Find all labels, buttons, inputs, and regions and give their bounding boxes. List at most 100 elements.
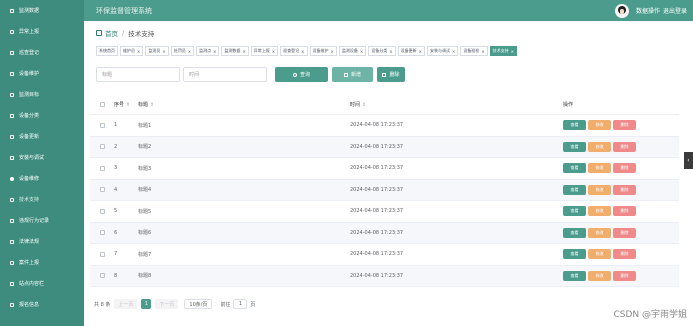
edit-button[interactable]: 修改	[588, 206, 611, 217]
row-title: 标题2	[138, 144, 152, 151]
sidebar-item[interactable]: 违规行为记录	[0, 210, 84, 231]
sidebar-item[interactable]: 报名信息	[0, 294, 84, 315]
close-icon[interactable]: ×	[162, 49, 165, 54]
sidebar-item[interactable]: 法律法规	[0, 231, 84, 252]
sidebar-item[interactable]: 案件上报	[0, 252, 84, 273]
sidebar-item[interactable]: 站点内容栏	[0, 273, 84, 294]
row-checkbox[interactable]	[99, 122, 105, 128]
row-delete-button[interactable]: 删除	[613, 227, 636, 238]
view-button[interactable]: 查看	[563, 163, 586, 174]
title-search-input[interactable]: 标题	[96, 67, 180, 82]
edit-button[interactable]: 修改	[588, 227, 611, 238]
page-size-select[interactable]: 10条/页	[184, 299, 213, 309]
time-search-input[interactable]: 时间	[183, 67, 267, 82]
view-button[interactable]: 查看	[563, 270, 586, 281]
view-button[interactable]: 查看	[563, 141, 586, 152]
tag-label: 维护员	[123, 48, 135, 53]
edit-button[interactable]: 修改	[588, 249, 611, 260]
tag[interactable]: 维护员 ×	[120, 46, 144, 56]
avatar[interactable]	[614, 3, 629, 18]
row-delete-button[interactable]: 删除	[613, 163, 636, 174]
sidebar-item[interactable]: 巡查登记	[0, 42, 84, 63]
edit-button[interactable]: 修改	[588, 270, 611, 281]
breadcrumb-home[interactable]: 首页	[105, 28, 118, 38]
sidebar-item[interactable]: 技术支持	[0, 189, 84, 210]
view-button[interactable]: 查看	[563, 184, 586, 195]
tag[interactable]: 设备巡检 ×	[460, 46, 488, 56]
close-icon[interactable]: ×	[331, 49, 334, 54]
tag[interactable]: 设备维护 ×	[309, 46, 337, 56]
row-checkbox[interactable]	[99, 273, 105, 279]
tag[interactable]: 监测点 ×	[196, 46, 220, 56]
close-icon[interactable]: ×	[137, 49, 140, 54]
goto-input[interactable]: 1	[233, 299, 248, 309]
close-icon[interactable]: ×	[511, 49, 514, 54]
row-checkbox[interactable]	[99, 251, 105, 257]
sidebar-item[interactable]: 监测目标	[0, 84, 84, 105]
tag[interactable]: 系统首页	[96, 46, 118, 56]
page-number[interactable]: 1	[141, 299, 152, 309]
sidebar-item[interactable]: 异常上报	[0, 21, 84, 42]
view-button[interactable]: 查看	[563, 249, 586, 260]
select-all-checkbox[interactable]	[99, 101, 105, 107]
row-checkbox[interactable]	[99, 187, 105, 193]
row-checkbox[interactable]	[99, 165, 105, 171]
sort-icon[interactable]: ⇕	[150, 102, 154, 108]
view-button[interactable]: 查看	[563, 206, 586, 217]
row-delete-button[interactable]: 删除	[613, 184, 636, 195]
prev-page-button[interactable]: 上一页	[114, 299, 138, 309]
sidebar-item[interactable]: 设备维修	[0, 168, 84, 189]
delete-button[interactable]: 删除	[377, 67, 405, 82]
close-icon[interactable]: ×	[419, 49, 422, 54]
sidebar-item[interactable]: 监测数据	[0, 0, 84, 21]
sidebar-item[interactable]: 设备更新	[0, 126, 84, 147]
edit-button[interactable]: 修改	[588, 120, 611, 131]
tag[interactable]: 设备分类 ×	[368, 46, 396, 56]
tag[interactable]: 处罚员 ×	[170, 46, 195, 56]
view-button[interactable]: 查看	[563, 120, 586, 131]
row-delete-button[interactable]: 删除	[613, 249, 636, 260]
edit-button[interactable]: 修改	[588, 163, 611, 174]
row-delete-button[interactable]: 删除	[613, 141, 636, 152]
close-icon[interactable]: ×	[188, 49, 191, 54]
close-icon[interactable]: ×	[481, 49, 484, 54]
data-table: 序号 ⇕ 标题 ⇕ 时间 ⇕ 操作 1 标题1 2024-04-08 17:23:37 查看…	[90, 94, 679, 287]
sort-icon[interactable]: ⇕	[126, 102, 130, 108]
tag[interactable]: 异常上报 ×	[250, 46, 279, 56]
tag[interactable]: 监测数据 ×	[221, 46, 249, 56]
row-delete-button[interactable]: 删除	[613, 120, 636, 131]
tag[interactable]: 监测员 ×	[145, 46, 169, 56]
tag[interactable]: 设备更新 ×	[397, 46, 425, 56]
close-icon[interactable]: ×	[452, 49, 455, 54]
tag[interactable]: 监测设备 ×	[338, 46, 367, 56]
sort-icon[interactable]: ⇕	[362, 102, 366, 108]
view-button[interactable]: 查看	[563, 227, 586, 238]
sidebar: 监测数据 异常上报巡查登记设备维护 监测目标 设备分类 设备更新 安装与调试 设备维修 技术支…	[0, 0, 84, 326]
logout-link[interactable]: 退出登录	[663, 6, 687, 15]
row-checkbox[interactable]	[99, 144, 105, 150]
chevron-left-icon[interactable]: ‹	[684, 152, 693, 169]
sidebar-item-label: 巡查登记	[19, 50, 40, 56]
row-delete-button[interactable]: 删除	[613, 206, 636, 217]
close-icon[interactable]: ×	[213, 49, 216, 54]
close-icon[interactable]: ×	[272, 49, 275, 54]
row-checkbox[interactable]	[99, 208, 105, 214]
close-icon[interactable]: ×	[389, 49, 392, 54]
next-page-button[interactable]: 下一页	[155, 299, 179, 309]
edit-button[interactable]: 修改	[588, 141, 611, 152]
tag[interactable]: 安装与调试 ×	[426, 46, 459, 56]
edit-button[interactable]: 修改	[588, 184, 611, 195]
goto-label: 前往	[220, 301, 231, 308]
row-checkbox[interactable]	[99, 230, 105, 236]
close-icon[interactable]: ×	[242, 49, 245, 54]
sidebar-item[interactable]: 设备维护	[0, 63, 84, 84]
tag[interactable]: 巡查登记 ×	[280, 46, 308, 56]
sidebar-item[interactable]: 设备分类	[0, 105, 84, 126]
close-icon[interactable]: ×	[301, 49, 304, 54]
tag[interactable]: 技术支持 ×	[489, 46, 518, 56]
row-delete-button[interactable]: 删除	[613, 270, 636, 281]
sidebar-item[interactable]: 安装与调试	[0, 147, 84, 168]
close-icon[interactable]: ×	[360, 49, 363, 54]
search-button[interactable]: 查询	[275, 67, 328, 82]
add-button[interactable]: 新增	[332, 67, 373, 82]
